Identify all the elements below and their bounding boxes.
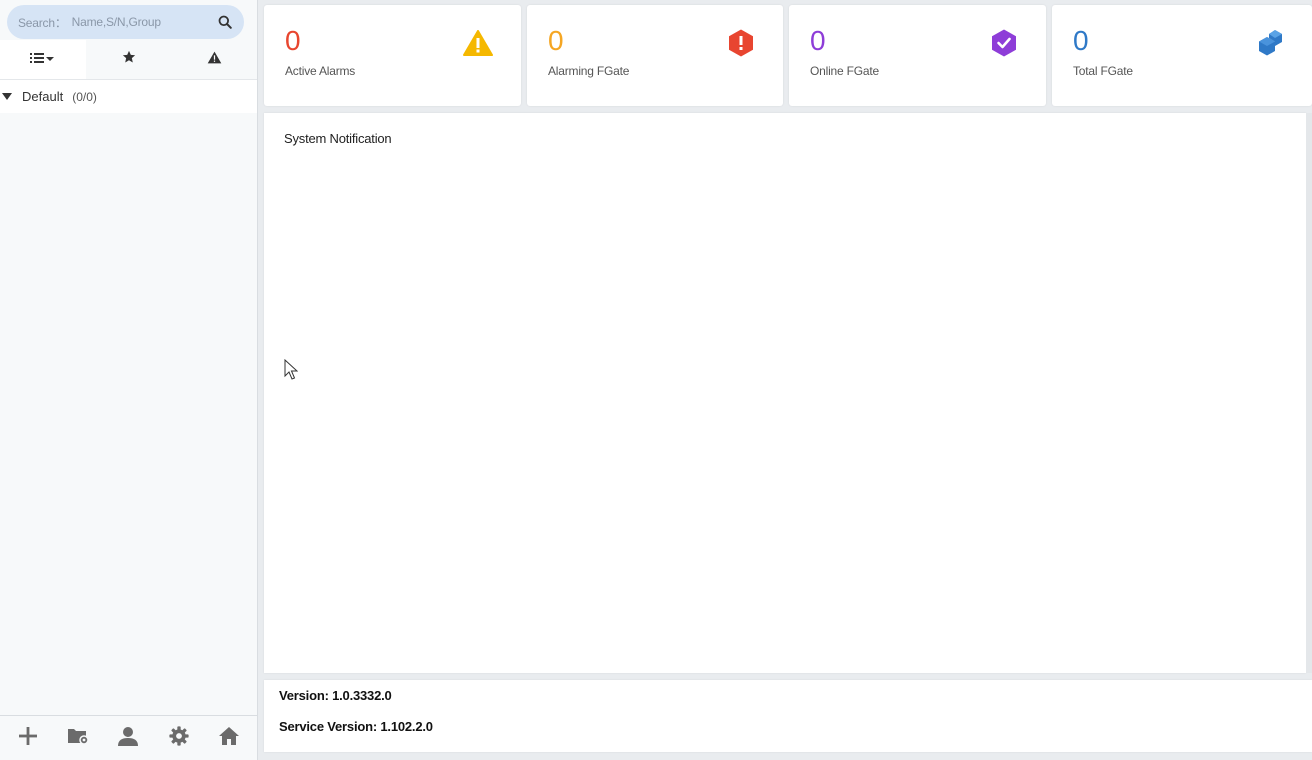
folder-settings-icon: [67, 727, 90, 750]
system-notification-panel: System Notification: [264, 113, 1306, 673]
sidebar: Search： Name,S/N,Group Default (0/0): [0, 0, 258, 760]
card-online-fgate: 0 Online FGate: [789, 5, 1046, 106]
search-input[interactable]: [71, 15, 216, 29]
card-value: 0: [548, 25, 564, 56]
gear-icon: [169, 725, 189, 751]
card-total-fgate: 0 Total FGate: [1052, 5, 1312, 106]
card-label: Total FGate: [1073, 64, 1133, 78]
mouse-cursor-icon: [284, 359, 298, 380]
card-value: 0: [810, 25, 826, 56]
star-icon: [122, 50, 136, 69]
tree-group-default[interactable]: Default (0/0): [0, 80, 257, 113]
tab-list-view[interactable]: [0, 40, 86, 79]
check-hexagon-icon: [988, 27, 1020, 59]
folder-settings-button[interactable]: [63, 723, 93, 753]
list-dropdown-icon: [29, 51, 56, 69]
settings-button[interactable]: [164, 723, 194, 753]
search-box: Search：: [7, 5, 244, 39]
user-icon: [118, 726, 139, 751]
card-label: Active Alarms: [285, 64, 356, 78]
card-label: Online FGate: [810, 64, 879, 78]
tree-group-label: Default: [22, 89, 64, 104]
caret-down-icon[interactable]: [2, 92, 12, 102]
sidebar-tabs: [0, 40, 257, 79]
home-button[interactable]: [214, 723, 244, 753]
warning-triangle-icon: [462, 27, 494, 59]
app-version: Version: 1.0.3332.0: [279, 688, 392, 703]
warning-icon: [207, 51, 222, 69]
scrollbar[interactable]: [1306, 113, 1312, 673]
service-version: Service Version: 1.102.2.0: [279, 719, 433, 734]
tab-favorites[interactable]: [86, 40, 172, 79]
search-label: Search：: [18, 15, 67, 30]
panel-title: System Notification: [284, 131, 392, 146]
add-icon: [18, 726, 38, 751]
card-label: Alarming FGate: [548, 64, 630, 78]
card-value: 0: [1073, 25, 1089, 56]
home-icon: [218, 726, 240, 751]
user-button[interactable]: [113, 723, 143, 753]
sidebar-toolbar: [0, 715, 257, 760]
card-active-alarms: 0 Active Alarms: [264, 5, 521, 106]
version-panel: Version: 1.0.3332.0 Service Version: 1.1…: [264, 680, 1312, 752]
alert-hexagon-icon: [725, 27, 757, 59]
card-value: 0: [285, 25, 301, 56]
tab-alarms[interactable]: [171, 40, 257, 79]
cubes-icon: [1255, 27, 1287, 59]
search-icon[interactable]: [216, 13, 234, 31]
tree-group-count: (0/0): [72, 89, 97, 104]
card-alarming-fgate: 0 Alarming FGate: [527, 5, 783, 106]
add-button[interactable]: [13, 723, 43, 753]
